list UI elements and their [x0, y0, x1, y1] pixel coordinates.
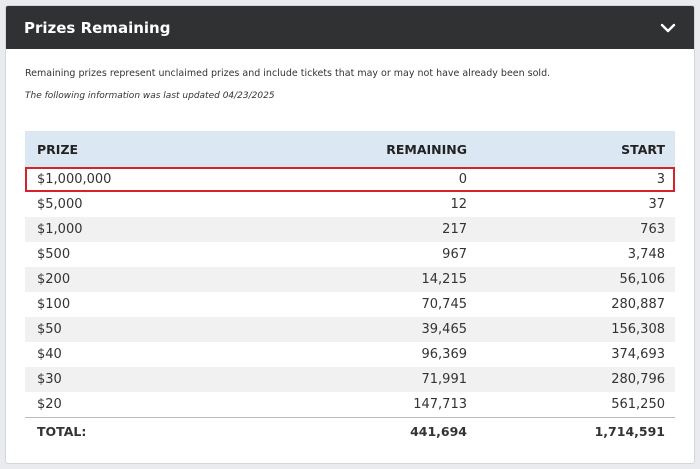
- column-header-start: START: [621, 141, 665, 157]
- table-row: $200 14,215 56,106: [25, 267, 675, 292]
- remaining-cell: 0: [458, 172, 467, 187]
- remaining-cell: 217: [442, 222, 467, 237]
- prize-cell: $200: [37, 272, 71, 287]
- remaining-cell: 967: [442, 247, 467, 262]
- remaining-cell: 70,745: [421, 297, 468, 312]
- remaining-cell: 71,991: [421, 372, 468, 387]
- column-header-prize: PRIZE: [37, 141, 79, 157]
- panel-header[interactable]: Prizes Remaining: [6, 6, 694, 49]
- start-cell: 561,250: [611, 397, 665, 412]
- table-header: PRIZE REMAINING START: [25, 131, 675, 167]
- start-cell: 37: [648, 197, 665, 212]
- table-row: $40 96,369 374,693: [25, 342, 675, 367]
- remaining-cell: 14,215: [421, 272, 468, 287]
- prize-cell: $100: [37, 297, 71, 312]
- panel-content: Remaining prizes represent unclaimed pri…: [6, 68, 694, 444]
- prize-cell: $5,000: [37, 197, 83, 212]
- start-cell: 156,308: [611, 322, 665, 337]
- remaining-cell: 12: [450, 197, 467, 212]
- table-row: $20 147,713 561,250: [25, 392, 675, 417]
- remaining-cell: 39,465: [421, 322, 468, 337]
- start-cell: 280,887: [611, 297, 665, 312]
- remaining-cell: 96,369: [421, 347, 468, 362]
- start-cell: 763: [640, 222, 665, 237]
- panel-title: Prizes Remaining: [24, 18, 171, 37]
- prizes-remaining-panel: Prizes Remaining Remaining prizes repres…: [5, 5, 695, 464]
- start-cell: 56,106: [619, 272, 666, 287]
- prize-cell: $50: [37, 322, 62, 337]
- table-row: $100 70,745 280,887: [25, 292, 675, 317]
- table-row: $500 967 3,748: [25, 242, 675, 267]
- table-total-row: TOTAL: 441,694 1,714,591: [25, 417, 675, 444]
- last-updated-text: The following information was last updat…: [25, 91, 275, 101]
- column-header-remaining: REMAINING: [386, 141, 467, 157]
- prize-cell: $40: [37, 347, 62, 362]
- start-cell: 374,693: [611, 347, 665, 362]
- prize-cell: $20: [37, 397, 62, 412]
- total-remaining: 441,694: [410, 423, 467, 439]
- prize-cell: $30: [37, 372, 62, 387]
- prize-cell: $500: [37, 247, 71, 262]
- table-row: $1,000 217 763: [25, 217, 675, 242]
- prize-cell: $1,000: [37, 222, 83, 237]
- remaining-cell: 147,713: [413, 397, 467, 412]
- start-cell: 3: [656, 172, 665, 187]
- table-row: $30 71,991 280,796: [25, 367, 675, 392]
- total-label: TOTAL:: [37, 423, 87, 439]
- prize-cell: $1,000,000: [37, 172, 112, 187]
- chevron-down-icon[interactable]: [660, 20, 676, 36]
- prizes-table: PRIZE REMAINING START $1,000,000 0 3 $5,…: [25, 131, 675, 444]
- description-text: Remaining prizes represent unclaimed pri…: [25, 68, 551, 79]
- table-row-highlighted: $1,000,000 0 3: [25, 167, 675, 192]
- table-row: $50 39,465 156,308: [25, 317, 675, 342]
- table-row: $5,000 12 37: [25, 192, 675, 217]
- start-cell: 280,796: [611, 372, 665, 387]
- start-cell: 3,748: [627, 247, 665, 262]
- total-start: 1,714,591: [594, 423, 665, 439]
